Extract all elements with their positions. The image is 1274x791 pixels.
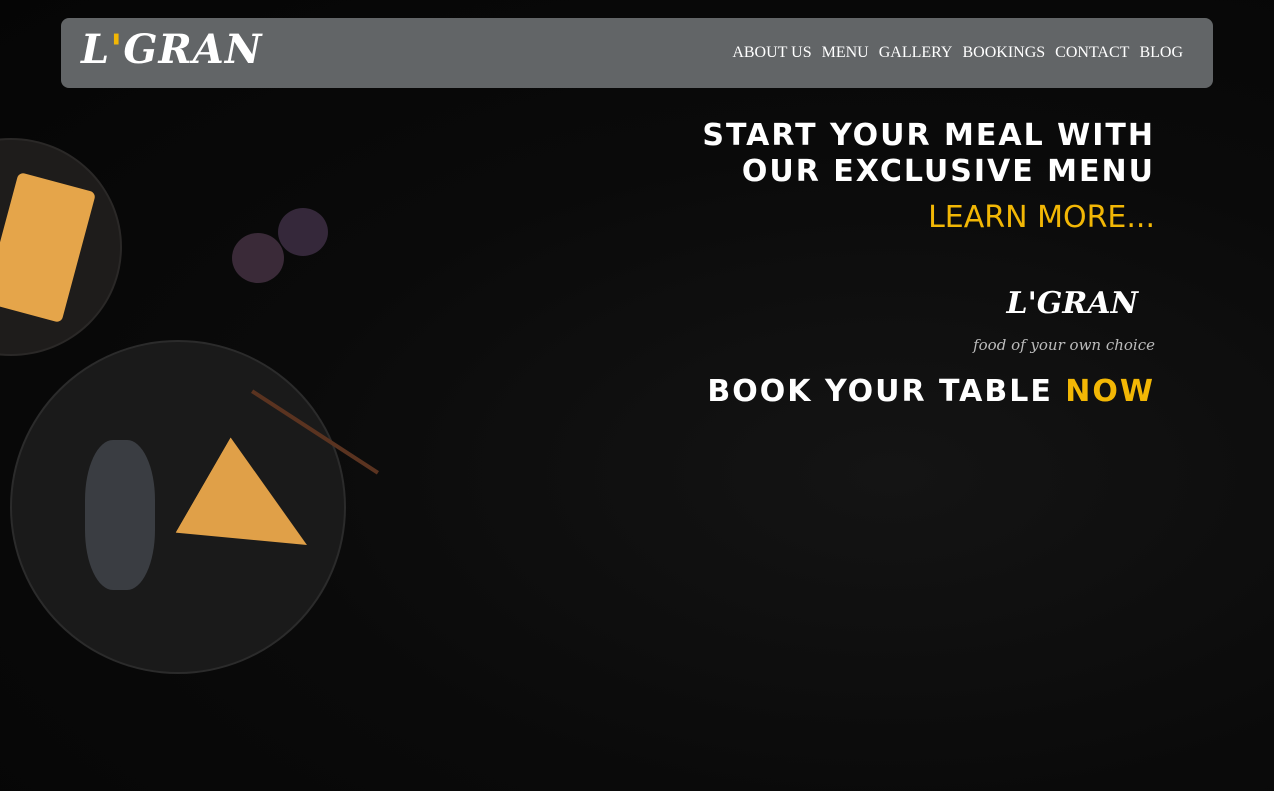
brand-logo: L'GRAN [1006, 286, 1138, 321]
logo-apostrophe: ' [110, 26, 124, 73]
logo-text: GRAN [123, 26, 263, 73]
learn-more-link[interactable]: LEARN MORE... [928, 200, 1155, 235]
nav-menu: ABOUT US MENU GALLERY BOOKINGS CONTACT B… [732, 44, 1183, 62]
nav-about-us[interactable]: ABOUT US [732, 44, 811, 62]
logo-text: L [81, 26, 111, 73]
book-text: BOOK YOUR TABLE [707, 374, 1053, 409]
nav-blog[interactable]: BLOG [1139, 44, 1183, 62]
top-navbar: L'GRAN ABOUT US MENU GALLERY BOOKINGS CO… [61, 18, 1213, 88]
headline-line-2: OUR EXCLUSIVE MENU [741, 154, 1155, 189]
book-table-link[interactable]: BOOK YOUR TABLE NOW [707, 374, 1155, 409]
nav-menu-link[interactable]: MENU [822, 44, 869, 62]
logo[interactable]: L'GRAN [81, 26, 262, 73]
hero-headline: START YOUR MEAL WITH OUR EXCLUSIVE MENU [702, 118, 1155, 190]
tagline: food of your own choice [973, 336, 1155, 354]
nav-gallery[interactable]: GALLERY [879, 44, 953, 62]
nav-bookings[interactable]: BOOKINGS [962, 44, 1045, 62]
book-highlight: NOW [1065, 374, 1155, 409]
nav-contact[interactable]: CONTACT [1055, 44, 1129, 62]
headline-line-1: START YOUR MEAL WITH [702, 118, 1155, 153]
